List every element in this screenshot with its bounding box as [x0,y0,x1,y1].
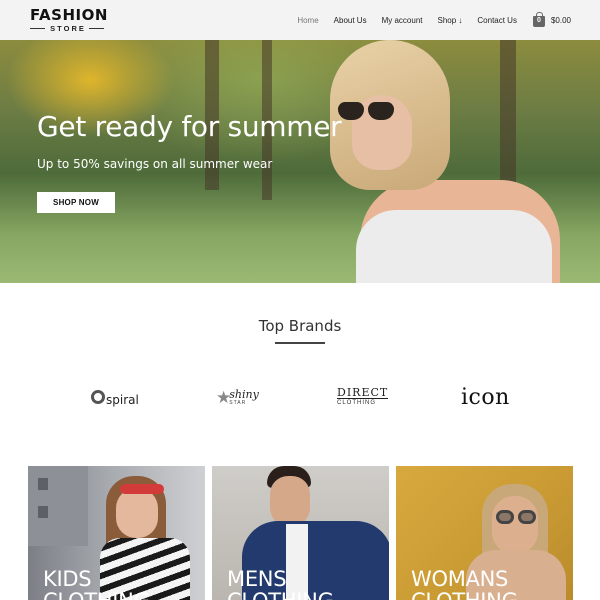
brand-name: shiny [229,387,259,401]
cart-button[interactable]: 0 $0.00 [532,12,571,27]
sunglasses-icon [496,510,514,524]
logo-rule [88,28,105,29]
kid-face [116,488,158,538]
title-underline [275,342,325,344]
logo-subtext: STORE [50,24,86,33]
brand-name: DIRECT [337,386,389,399]
man-face [270,476,310,526]
nav-item-shop[interactable]: Shop ↓ [437,16,462,25]
window [38,506,48,518]
cart-total: $0.00 [550,15,571,25]
woman-face [492,496,538,554]
brand-logo-direct-clothing[interactable]: DIRECT CLOTHING [337,382,389,412]
hero-title: Get ready for summer [37,110,342,143]
brand-name: icon [461,384,510,410]
category-title: WOMANS [411,567,509,591]
brand-logo-icon[interactable]: icon [461,382,510,412]
category-card-womens[interactable]: WOMANS CLOTHING [396,466,573,600]
logo-text: FASHION [30,6,108,24]
spiral-icon [91,390,105,404]
sunglasses-icon [518,510,536,524]
category-card-kids[interactable]: KIDS CLOTHING [28,466,205,600]
hero-model-top [356,210,552,283]
brand-subname: STAR [229,399,247,406]
site-header: FASHION STORE Home About Us My account S… [0,0,600,40]
hero-subtitle: Up to 50% savings on all summer wear [37,157,273,171]
hero-banner: Get ready for summer Up to 50% savings o… [0,40,600,283]
brand-name: spiral [106,393,139,407]
section-title: Top Brands [258,317,342,335]
headband [120,484,164,494]
brand-logo-spiral[interactable]: spiral [91,382,139,412]
sunglasses-icon [338,102,400,120]
nav-item-my-account[interactable]: My account [382,16,423,25]
nav-item-home[interactable]: Home [297,16,318,25]
building-background [28,466,88,546]
brand-logo-shiny-star[interactable]: ★ shiny STAR [216,382,259,412]
brand-subname: CLOTHING [337,400,377,406]
shopping-bag-icon: 0 [532,12,545,27]
nav-item-about-us[interactable]: About Us [334,16,367,25]
category-card-mens[interactable]: MENS CLOTHING [212,466,389,600]
category-subtitle: CLOTHING [411,590,518,600]
category-title: MENS [227,567,287,591]
category-subtitle: CLOTHING [227,590,334,600]
main-nav: Home About Us My account Shop ↓ Contact … [282,0,600,40]
category-title: KIDS [43,567,92,591]
category-subtitle: CLOTHING [43,590,150,600]
window [38,478,48,490]
logo-rule [30,28,46,29]
shop-now-button[interactable]: SHOP NOW [37,192,115,213]
site-logo[interactable]: FASHION STORE [30,6,108,33]
nav-item-contact-us[interactable]: Contact Us [477,16,517,25]
logo-subline: STORE [30,24,105,33]
cart-count: 0 [537,17,541,24]
